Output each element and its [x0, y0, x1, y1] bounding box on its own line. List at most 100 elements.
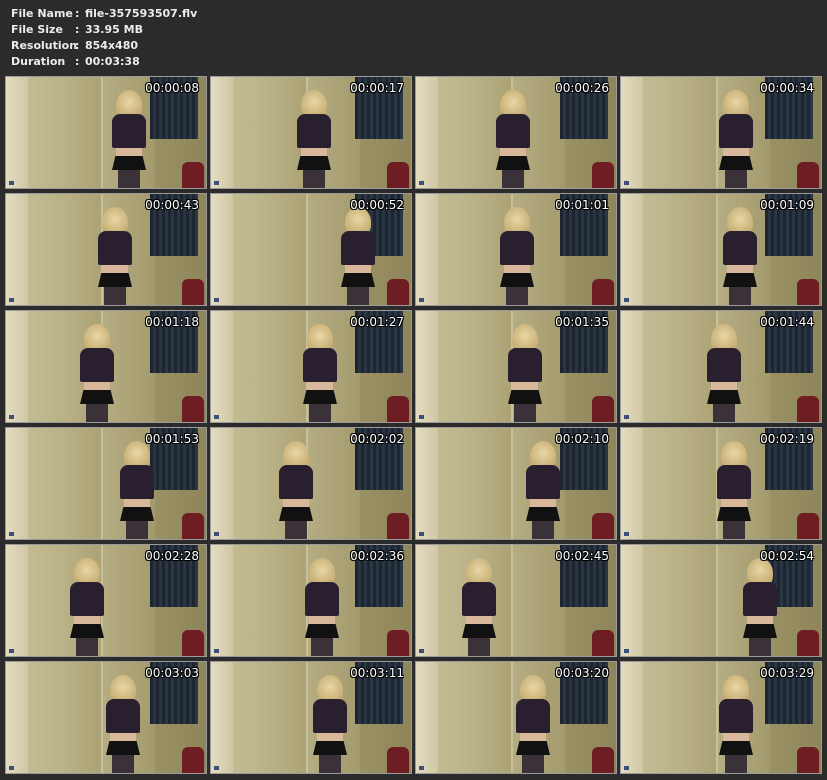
thumbnail-timestamp: 00:00:08 [145, 81, 199, 95]
video-thumbnail[interactable]: 00:02:19 [620, 427, 822, 540]
wall-area [416, 77, 438, 188]
video-thumbnail[interactable]: 00:02:45 [415, 544, 617, 657]
figure-skirt [297, 156, 331, 170]
figure-skirt [313, 741, 347, 755]
video-thumbnail[interactable]: 00:02:36 [210, 544, 412, 657]
person-figure [273, 439, 319, 539]
figure-waist [84, 382, 110, 390]
person-figure [297, 322, 343, 422]
player-icon [9, 766, 14, 770]
file-info-row: File Size : 33.95 MB [11, 22, 197, 38]
figure-waist [723, 733, 749, 741]
chair-area [797, 162, 819, 188]
video-thumbnail[interactable]: 00:00:43 [5, 193, 207, 306]
person-figure [490, 88, 536, 188]
thumbnail-timestamp: 00:00:17 [350, 81, 404, 95]
player-icon [419, 766, 424, 770]
figure-skirt [98, 273, 132, 287]
video-thumbnail[interactable]: 00:03:11 [210, 661, 412, 774]
figure-legs [725, 170, 747, 188]
player-icon [419, 298, 424, 302]
video-thumbnail[interactable]: 00:02:02 [210, 427, 412, 540]
video-thumbnail[interactable]: 00:03:03 [5, 661, 207, 774]
figure-legs [468, 638, 490, 656]
chair-area [182, 396, 204, 422]
figure-waist [74, 616, 100, 624]
chair-area [182, 279, 204, 305]
video-thumbnail[interactable]: 00:01:44 [620, 310, 822, 423]
wall-area [621, 428, 643, 539]
video-thumbnail[interactable]: 00:02:10 [415, 427, 617, 540]
duration-label: Duration [11, 55, 66, 68]
figure-skirt [305, 624, 339, 638]
figure-torso [98, 231, 132, 265]
chair-area [387, 396, 409, 422]
person-figure [502, 322, 548, 422]
figure-waist [500, 148, 526, 156]
player-icon [214, 298, 219, 302]
person-figure [701, 322, 747, 422]
video-thumbnail[interactable]: 00:01:53 [5, 427, 207, 540]
video-thumbnail[interactable]: 00:00:34 [620, 76, 822, 189]
wall-area [621, 194, 643, 305]
video-thumbnail[interactable]: 00:03:20 [415, 661, 617, 774]
video-thumbnail[interactable]: 00:00:26 [415, 76, 617, 189]
figure-legs [319, 755, 341, 773]
person-figure [307, 673, 353, 773]
file-info-panel: File Name : file-357593507.flv File Size… [11, 6, 197, 70]
file-size-label: File Size [11, 23, 63, 36]
video-thumbnail[interactable]: 00:01:09 [620, 193, 822, 306]
duration-value: 00:03:38 [85, 55, 140, 68]
video-thumbnail[interactable]: 00:01:01 [415, 193, 617, 306]
player-icon [624, 766, 629, 770]
figure-skirt [70, 624, 104, 638]
video-thumbnail[interactable]: 00:01:18 [5, 310, 207, 423]
video-thumbnail[interactable]: 00:01:27 [210, 310, 412, 423]
figure-skirt [341, 273, 375, 287]
figure-torso [120, 465, 154, 499]
wall-area [211, 77, 233, 188]
figure-waist [723, 148, 749, 156]
wall-area [416, 662, 438, 773]
thumbnail-timestamp: 00:02:45 [555, 549, 609, 563]
chair-area [592, 747, 614, 773]
file-info-row: Resolution : 854x480 [11, 38, 197, 54]
player-icon [419, 649, 424, 653]
video-thumbnail[interactable]: 00:00:17 [210, 76, 412, 189]
wall-area [621, 77, 643, 188]
figure-torso [297, 114, 331, 148]
figure-waist [520, 733, 546, 741]
figure-waist [317, 733, 343, 741]
wall-area [416, 194, 438, 305]
video-thumbnail[interactable]: 00:02:28 [5, 544, 207, 657]
video-thumbnail[interactable]: 00:00:52 [210, 193, 412, 306]
wall-area [211, 662, 233, 773]
figure-legs [502, 170, 524, 188]
wall-area [211, 545, 233, 656]
person-figure [64, 556, 110, 656]
figure-waist [301, 148, 327, 156]
person-figure [510, 673, 556, 773]
wall-area [6, 662, 28, 773]
figure-legs [285, 521, 307, 539]
figure-skirt [462, 624, 496, 638]
wall-area [211, 194, 233, 305]
thumbnail-timestamp: 00:01:27 [350, 315, 404, 329]
thumbnail-timestamp: 00:00:43 [145, 198, 199, 212]
chair-area [182, 162, 204, 188]
figure-waist [283, 499, 309, 507]
person-figure [114, 439, 160, 539]
video-thumbnail[interactable]: 00:03:29 [620, 661, 822, 774]
player-icon [214, 532, 219, 536]
video-thumbnail[interactable]: 00:01:35 [415, 310, 617, 423]
thumbnail-timestamp: 00:01:35 [555, 315, 609, 329]
figure-waist [721, 499, 747, 507]
wall-area [6, 428, 28, 539]
figure-waist [307, 382, 333, 390]
thumbnail-timestamp: 00:02:54 [760, 549, 814, 563]
video-thumbnail[interactable]: 00:02:54 [620, 544, 822, 657]
player-icon [214, 766, 219, 770]
video-thumbnail[interactable]: 00:00:08 [5, 76, 207, 189]
chair-area [182, 630, 204, 656]
figure-legs [76, 638, 98, 656]
